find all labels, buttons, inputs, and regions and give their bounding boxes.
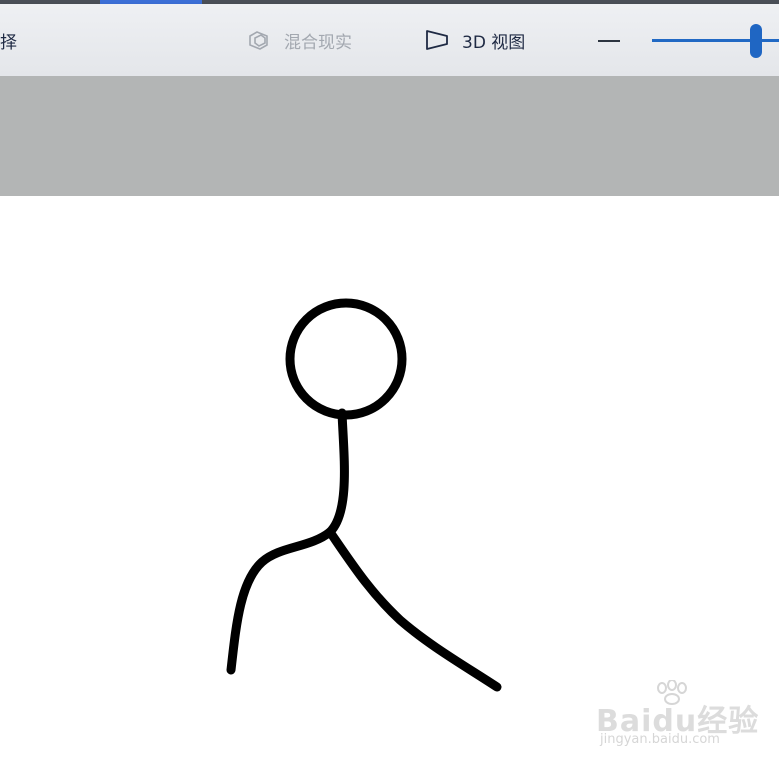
minus-icon[interactable]	[598, 40, 620, 42]
left-limb-stroke	[226, 527, 335, 675]
right-limb-stroke	[325, 527, 502, 692]
select-button[interactable]: 择	[0, 4, 17, 76]
torso-stroke	[325, 408, 349, 537]
zoom-slider[interactable]	[652, 24, 779, 58]
3d-view-icon	[426, 30, 448, 50]
watermark: Baidu经验 jingyan.baidu.com	[596, 680, 766, 760]
3d-view-button[interactable]: 3D 视图	[424, 4, 525, 76]
select-label: 择	[0, 32, 17, 53]
mixed-reality-icon	[249, 31, 268, 50]
workspace-background	[0, 76, 779, 196]
toolbar: 择 混合现实 3D 视图	[0, 4, 779, 76]
3d-view-label: 3D 视图	[462, 32, 526, 53]
watermark-url: jingyan.baidu.com	[600, 732, 720, 747]
head-stroke	[285, 298, 407, 420]
mixed-reality-label: 混合现实	[284, 32, 352, 53]
mixed-reality-button[interactable]: 混合现实	[246, 4, 352, 76]
zoom-slider-thumb[interactable]	[750, 24, 763, 58]
